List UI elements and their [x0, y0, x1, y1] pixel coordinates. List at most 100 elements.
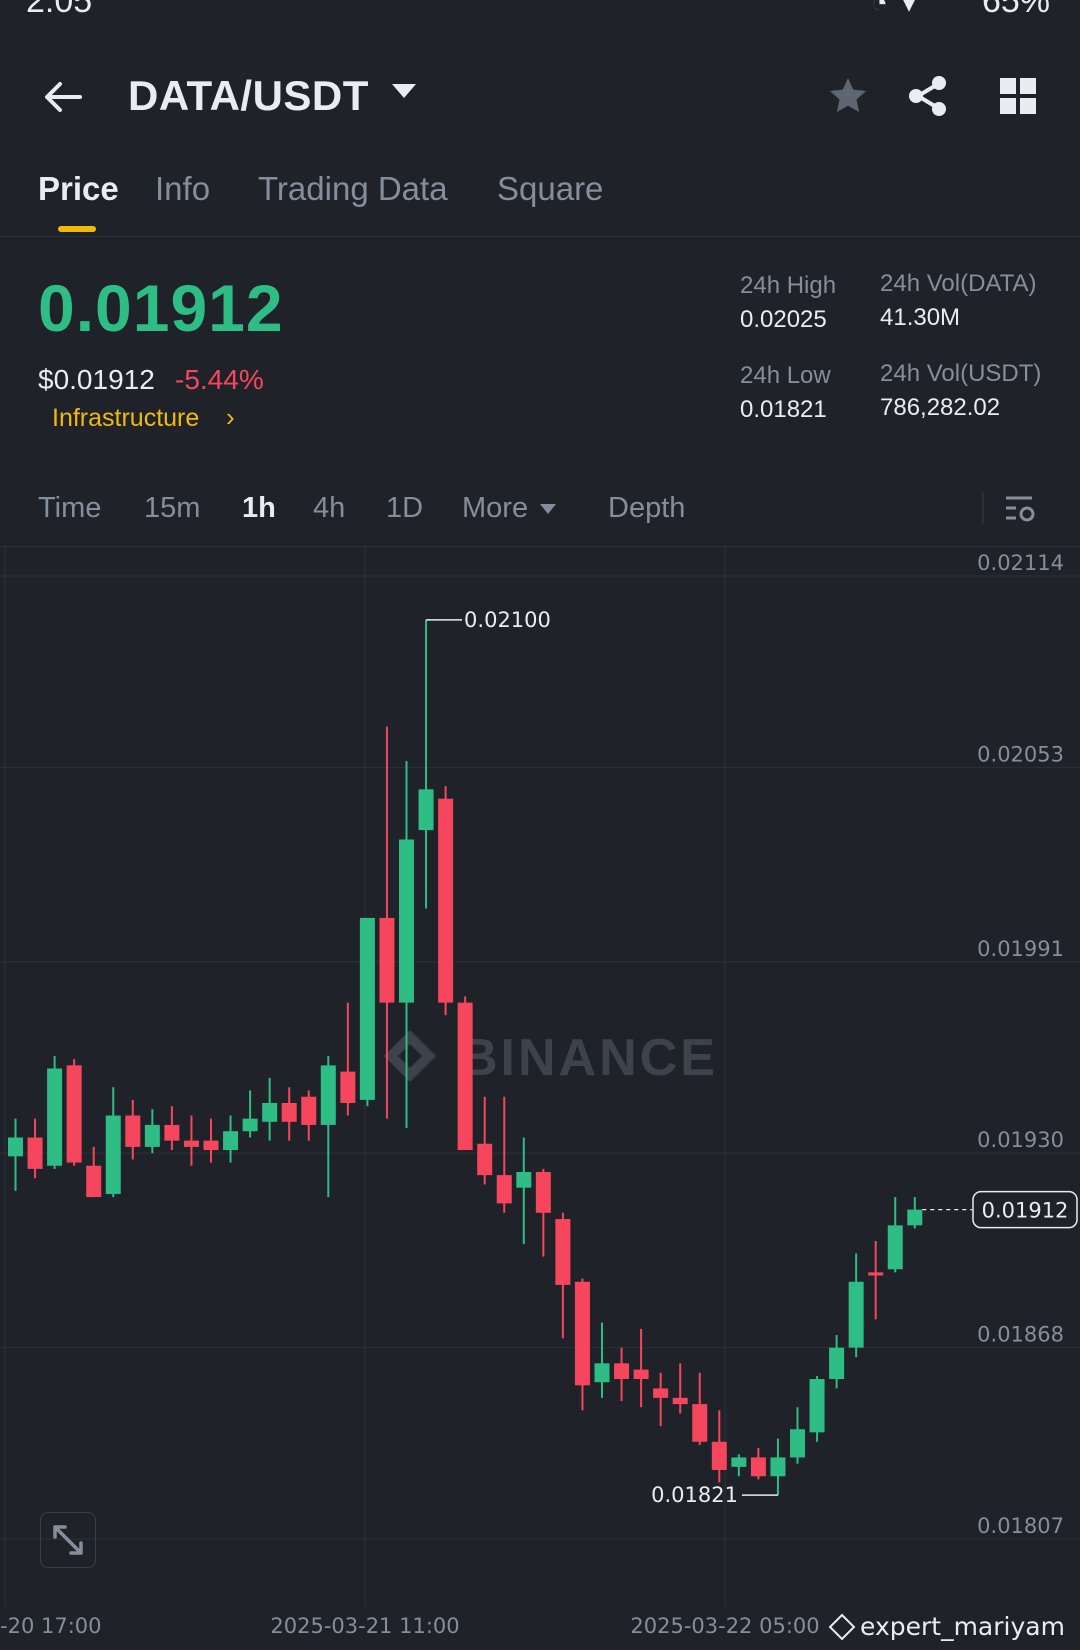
status-bar: 2:05 ◔▾ 65%: [0, 0, 1080, 28]
candle-body: [203, 1140, 219, 1151]
more-caret-down-icon[interactable]: [540, 504, 556, 514]
watermark-text: BINANCE: [460, 1029, 718, 1087]
candle-body: [809, 1379, 825, 1433]
candle-body: [340, 1071, 356, 1103]
candle-body: [496, 1175, 512, 1204]
candle-body: [653, 1388, 669, 1398]
app-header: DATA/USDT: [0, 60, 1080, 136]
candle-body: [457, 1002, 473, 1151]
candle-body: [438, 798, 454, 1003]
high-marker-label: 0.02100: [464, 608, 551, 632]
stat-label-24h-vol-data: 24h Vol(DATA): [880, 270, 1037, 297]
tab-price[interactable]: Price: [38, 170, 119, 208]
candle-body: [535, 1171, 551, 1213]
candle-body: [731, 1457, 747, 1467]
candle-body: [887, 1225, 903, 1270]
candle-body: [8, 1137, 23, 1157]
share-icon[interactable]: [906, 74, 950, 118]
chart-settings-icon[interactable]: [1002, 490, 1038, 526]
candle-body: [301, 1096, 317, 1125]
candle-body: [125, 1115, 141, 1147]
tab-trading-data[interactable]: Trading Data: [258, 170, 448, 208]
category-tag[interactable]: Infrastructure: [52, 404, 199, 433]
grid-menu-icon[interactable]: [996, 74, 1040, 118]
usd-price: $0.01912: [38, 364, 155, 395]
caret-down-icon[interactable]: [392, 84, 416, 98]
candle-body: [614, 1363, 630, 1380]
current-price-label: 0.01912: [982, 1199, 1069, 1223]
interval-time[interactable]: Time: [38, 492, 101, 525]
y-tick-label: 0.01807: [977, 1514, 1064, 1538]
y-tick-label: 0.02114: [977, 551, 1064, 575]
back-arrow-icon[interactable]: [40, 74, 86, 120]
candle-body: [86, 1165, 102, 1198]
interval-1d[interactable]: 1D: [386, 492, 423, 525]
interval-more[interactable]: More: [462, 492, 528, 525]
low-marker-label: 0.01821: [651, 1483, 738, 1507]
candle-body: [516, 1171, 532, 1188]
candle-body: [223, 1131, 239, 1151]
candle-body: [164, 1124, 180, 1141]
candle-body: [633, 1369, 649, 1380]
y-tick-label: 0.01991: [977, 937, 1064, 961]
y-tick-label: 0.01930: [977, 1128, 1064, 1152]
page-tabs: Price Info Trading Data Square: [0, 160, 1080, 237]
price-change-percent: -5.44%: [175, 364, 264, 395]
x-tick-label: 2025-03-21 11:00: [270, 1614, 459, 1638]
candle-body: [359, 917, 375, 1100]
y-tick-label: 0.02053: [977, 742, 1064, 766]
candle-body: [790, 1429, 805, 1458]
status-time: 2:05: [26, 0, 93, 20]
candle-body: [770, 1457, 786, 1477]
candle-body: [281, 1102, 297, 1122]
candlestick-chart[interactable]: 0.02114 0.02053 0.01991 0.01930 0.01868 0.018…: [0, 547, 1080, 1650]
interval-1h[interactable]: 1h: [242, 492, 276, 525]
candle-body: [594, 1363, 610, 1383]
star-icon[interactable]: [826, 74, 870, 118]
candle-body: [47, 1068, 63, 1166]
fullscreen-button[interactable]: [40, 1512, 96, 1568]
candle-body: [907, 1209, 923, 1226]
binance-logo-icon: [384, 1030, 436, 1082]
expand-icon: [53, 1525, 83, 1555]
candle-body: [183, 1140, 199, 1147]
active-tab-indicator: [58, 226, 96, 232]
depth-toggle[interactable]: Depth: [608, 492, 685, 525]
binance-small-logo-icon: [828, 1613, 856, 1641]
chevron-right-icon[interactable]: ›: [226, 402, 235, 433]
candle-body: [379, 917, 395, 1003]
author-credit: expert_mariyam: [860, 1612, 1065, 1641]
pair-selector[interactable]: DATA/USDT: [128, 72, 369, 120]
stat-value-24h-low: 0.01821: [740, 396, 827, 423]
last-price: 0.01912: [38, 271, 284, 345]
candle-body: [555, 1219, 571, 1285]
candle-body: [105, 1115, 121, 1194]
x-tick-label: -20 17:00: [0, 1614, 102, 1638]
candle-body: [574, 1281, 590, 1386]
tab-info[interactable]: Info: [155, 170, 210, 208]
y-tick-label: 0.01868: [977, 1323, 1064, 1347]
stat-value-24h-vol-usdt: 786,282.02: [880, 394, 1001, 421]
candle-body: [750, 1457, 766, 1477]
stat-label-24h-high: 24h High: [740, 272, 837, 299]
candle-body: [672, 1397, 688, 1405]
interval-bar: Time 15m 1h 4h 1D More Depth: [0, 480, 1080, 547]
candle-body: [418, 789, 434, 831]
candle-body: [320, 1065, 336, 1125]
x-tick-label: 2025-03-22 05:00: [630, 1614, 819, 1638]
candle-body: [262, 1102, 278, 1122]
candle-body: [848, 1281, 864, 1348]
interval-4h[interactable]: 4h: [313, 492, 345, 525]
candle-body: [711, 1441, 727, 1470]
tab-square[interactable]: Square: [497, 170, 603, 208]
stat-value-24h-high: 0.02025: [740, 306, 827, 333]
candle-body: [868, 1272, 884, 1276]
candle-body: [829, 1347, 845, 1380]
candle-body: [66, 1065, 82, 1163]
candle-body: [399, 839, 414, 1003]
candle-body: [144, 1124, 160, 1147]
interval-divider: [982, 492, 984, 524]
interval-15m[interactable]: 15m: [144, 492, 200, 525]
candle-body: [27, 1137, 43, 1169]
status-icons: ◔▾: [871, 0, 930, 18]
